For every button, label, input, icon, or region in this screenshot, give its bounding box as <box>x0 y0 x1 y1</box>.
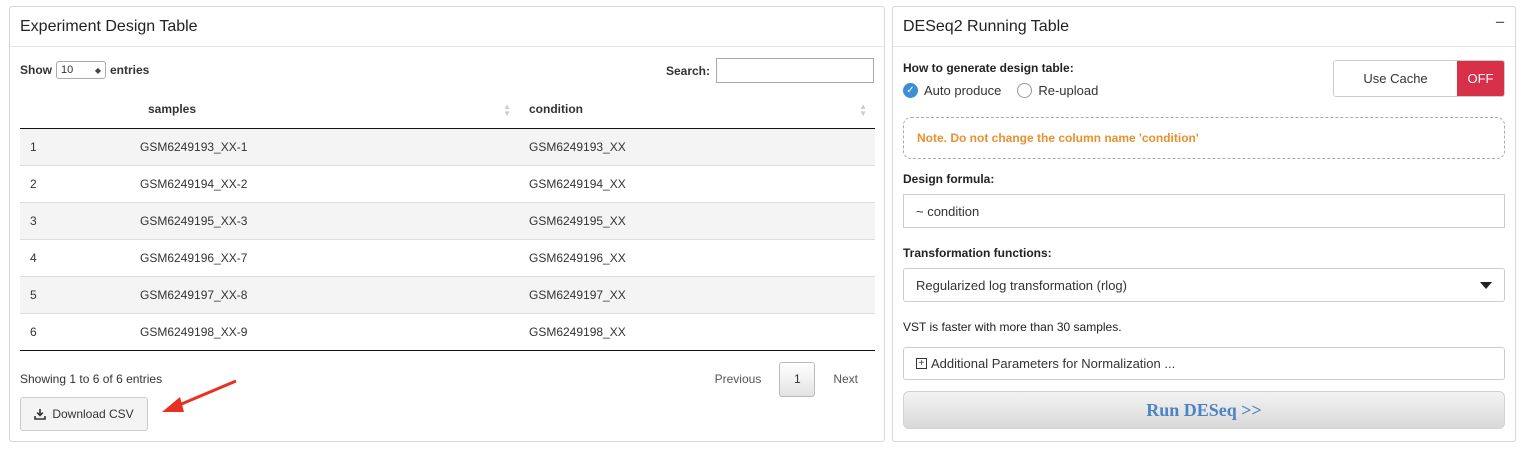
experiment-design-panel: Experiment Design Table Show 10 ◆ entrie… <box>9 6 885 442</box>
transform-label: Transformation functions: <box>903 246 1052 260</box>
deseq2-running-panel: DESeq2 Running Table − How to generate d… <box>892 6 1516 442</box>
condition-cell: GSM6249196_XX <box>519 238 875 276</box>
row-index: 3 <box>20 201 130 239</box>
page-length-value: 10 <box>61 64 74 76</box>
sample-cell: GSM6249194_XX-2 <box>130 164 519 202</box>
search-control: Search: <box>666 58 874 83</box>
entries-label: entries <box>110 63 150 77</box>
condition-cell: GSM6249195_XX <box>519 201 875 239</box>
column-header-label: samples <box>148 102 197 117</box>
show-label: Show <box>20 63 52 77</box>
radio-label: Auto produce <box>924 83 1002 98</box>
select-chevron-icon: ◆ <box>94 65 101 75</box>
pagination: Previous 1 Next <box>701 362 872 397</box>
condition-cell: GSM6249197_XX <box>519 275 875 313</box>
column-header-label: condition <box>529 102 583 117</box>
run-deseq-button[interactable]: Run DESeq >> <box>903 391 1505 429</box>
column-header-samples[interactable]: samples ▲ ▼ <box>130 91 519 129</box>
design-method-radio-group: ✓ Auto produce Re-upload <box>903 83 1098 98</box>
sample-cell: GSM6249197_XX-8 <box>130 275 519 313</box>
condition-cell: GSM6249193_XX <box>519 127 875 165</box>
transformation-select[interactable]: Regularized log transformation (rlog) <box>903 268 1505 302</box>
formula-label: Design formula: <box>903 172 995 186</box>
use-cache-label: Use Cache <box>1334 61 1457 96</box>
transformation-value: Regularized log transformation (rlog) <box>916 277 1127 293</box>
panel-title: DESeq2 Running Table <box>893 7 1515 47</box>
current-page-button[interactable]: 1 <box>779 362 816 397</box>
sample-cell: GSM6249196_XX-7 <box>130 238 519 276</box>
radio-unchecked-icon <box>1017 83 1033 98</box>
red-arrow-annotation-icon <box>162 379 237 412</box>
page-length-control: Show 10 ◆ entries <box>20 61 149 79</box>
search-label: Search: <box>665 63 710 78</box>
cache-state-badge: OFF <box>1457 61 1504 96</box>
design-method-label: How to generate design table: <box>903 61 1074 75</box>
previous-page-button[interactable]: Previous <box>701 362 776 397</box>
use-cache-toggle[interactable]: Use Cache OFF <box>1333 60 1505 97</box>
next-page-button[interactable]: Next <box>819 362 872 397</box>
additional-parameters-toggle[interactable]: + Additional Parameters for Normalizatio… <box>903 347 1505 380</box>
column-header-condition[interactable]: condition ▲ ▼ <box>519 91 875 129</box>
condition-cell: GSM6249194_XX <box>519 164 875 202</box>
sample-cell: GSM6249198_XX-9 <box>130 312 519 351</box>
condition-cell: GSM6249198_XX <box>519 312 875 351</box>
sort-icon[interactable]: ▲ ▼ <box>503 103 511 118</box>
radio-re-upload[interactable]: Re-upload <box>1017 83 1098 98</box>
row-index: 5 <box>20 275 130 313</box>
design-formula-input[interactable]: ~ condition <box>903 194 1505 228</box>
vst-hint: VST is faster with more than 30 samples. <box>903 320 1122 334</box>
table-row: 1 GSM6249193_XX-1 GSM6249193_XX <box>20 127 875 165</box>
sample-cell: GSM6249193_XX-1 <box>130 127 519 165</box>
column-header-index <box>20 91 130 129</box>
row-index: 4 <box>20 238 130 276</box>
row-index: 1 <box>20 127 130 165</box>
design-table: samples ▲ ▼ condition ▲ ▼ 1 GSM6249193_XX-… <box>20 91 875 351</box>
table-row: 5 GSM6249197_XX-8 GSM6249197_XX <box>20 275 875 313</box>
table-row: 3 GSM6249195_XX-3 GSM6249195_XX <box>20 201 875 239</box>
table-row: 4 GSM6249196_XX-7 GSM6249196_XX <box>20 238 875 276</box>
radio-checked-icon: ✓ <box>903 83 918 98</box>
plus-square-icon: + <box>916 358 927 369</box>
row-index: 2 <box>20 164 130 202</box>
search-input[interactable] <box>716 58 874 83</box>
sort-icon[interactable]: ▲ ▼ <box>859 103 867 118</box>
column-name-note: Note. Do not change the column name 'con… <box>903 117 1505 159</box>
panel-title: Experiment Design Table <box>10 7 884 47</box>
radio-label: Re-upload <box>1038 83 1099 98</box>
table-row: 6 GSM6249198_XX-9 GSM6249198_XX <box>20 312 875 351</box>
download-label: Download CSV <box>52 407 134 421</box>
table-info: Showing 1 to 6 of 6 entries <box>20 372 163 386</box>
additional-parameters-label: Additional Parameters for Normalization … <box>931 356 1176 371</box>
table-header-row: samples ▲ ▼ condition ▲ ▼ <box>20 91 875 129</box>
collapse-button[interactable]: − <box>1495 13 1505 33</box>
radio-auto-produce[interactable]: ✓ Auto produce <box>903 83 1001 98</box>
sample-cell: GSM6249195_XX-3 <box>130 201 519 239</box>
page-length-select[interactable]: 10 ◆ <box>56 61 106 79</box>
row-index: 6 <box>20 312 130 351</box>
download-icon <box>34 409 47 420</box>
table-row: 2 GSM6249194_XX-2 GSM6249194_XX <box>20 164 875 202</box>
download-csv-button[interactable]: Download CSV <box>20 397 148 431</box>
caret-down-icon <box>1480 281 1492 289</box>
